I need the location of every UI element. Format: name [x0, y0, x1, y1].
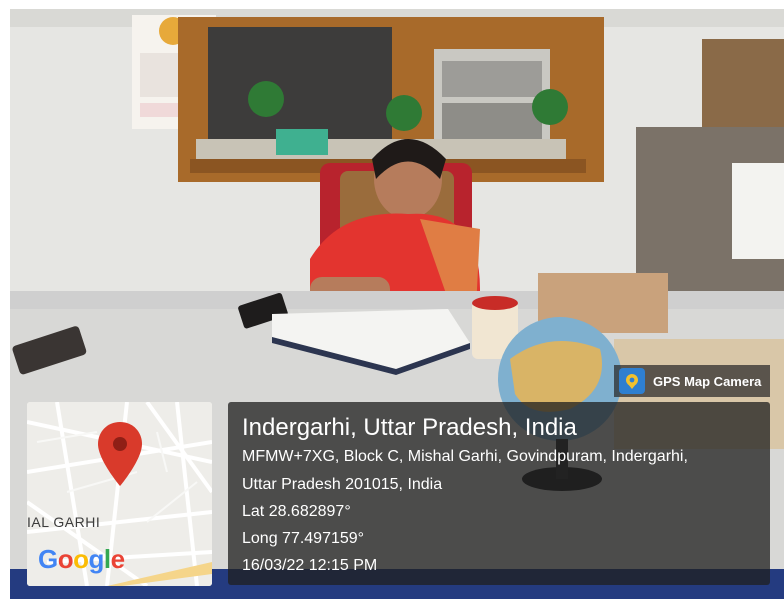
- latitude-text: Lat 28.682897°: [242, 503, 351, 520]
- map-place-label: IAL GARHI: [27, 514, 101, 530]
- google-logo: Google: [38, 544, 125, 575]
- location-info-panel: Indergarhi, Uttar Pradesh, India MFMW+7X…: [228, 402, 770, 585]
- google-letter: e: [110, 544, 125, 574]
- address-line-2: Uttar Pradesh 201015, India: [242, 476, 443, 493]
- longitude-text: Long 77.497159°: [242, 530, 365, 547]
- timestamp-text: 16/03/22 12:15 PM: [242, 557, 378, 574]
- map-thumbnail: IAL GARHI Google: [27, 402, 212, 586]
- gps-map-camera-label: GPS Map Camera: [653, 373, 762, 389]
- location-title: Indergarhi, Uttar Pradesh, India: [242, 414, 577, 441]
- google-letter: l: [103, 544, 111, 574]
- photo-frame: GPS Map Camera IAL GARHI Google Indergar…: [0, 0, 784, 603]
- address-line-1: MFMW+7XG, Block C, Mishal Garhi, Govindp…: [242, 448, 688, 465]
- google-letter: o: [57, 544, 74, 574]
- google-letter: G: [38, 544, 58, 574]
- gps-map-camera-icon: [619, 368, 645, 394]
- google-letter: o: [73, 544, 89, 574]
- gps-map-camera-tag: GPS Map Camera: [614, 365, 770, 397]
- google-letter: g: [88, 544, 105, 574]
